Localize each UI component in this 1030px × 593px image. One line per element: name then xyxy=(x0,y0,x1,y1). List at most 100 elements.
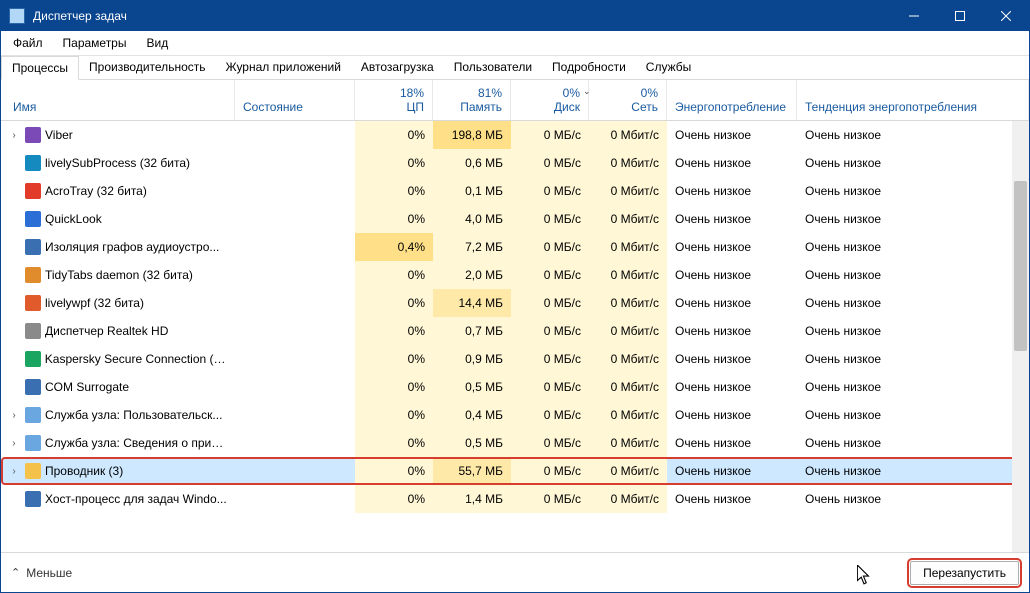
cell-state xyxy=(235,233,355,261)
fewer-details-button[interactable]: ⌃ Меньше xyxy=(11,566,72,580)
cell-state xyxy=(235,205,355,233)
process-row[interactable]: ›TidyTabs daemon (32 бита)0%2,0 МБ0 МБ/с… xyxy=(1,261,1029,289)
cell-trend: Очень низкое xyxy=(797,205,1029,233)
process-icon xyxy=(25,351,41,367)
process-name: livelySubProcess (32 бита) xyxy=(45,156,190,170)
process-row[interactable]: ›Хост-процесс для задач Windo...0%1,4 МБ… xyxy=(1,485,1029,513)
process-row[interactable]: ›Изоляция графов аудиоустро...0,4%7,2 МБ… xyxy=(1,233,1029,261)
menu-view[interactable]: Вид xyxy=(138,34,176,52)
process-icon xyxy=(25,435,41,451)
cell-memory: 7,2 МБ xyxy=(433,233,511,261)
cell-state xyxy=(235,121,355,149)
maximize-button[interactable] xyxy=(937,1,983,31)
tab-6[interactable]: Службы xyxy=(636,56,701,79)
cell-state xyxy=(235,373,355,401)
process-row[interactable]: ›Служба узла: Сведения о прил...0%0,5 МБ… xyxy=(1,429,1029,457)
cell-disk: 0 МБ/с xyxy=(511,429,589,457)
process-row[interactable]: ›livelySubProcess (32 бита)0%0,6 МБ0 МБ/… xyxy=(1,149,1029,177)
process-name: Viber xyxy=(45,128,73,142)
cell-state xyxy=(235,401,355,429)
app-icon xyxy=(9,8,25,24)
process-row[interactable]: ›Viber0%198,8 МБ0 МБ/с0 Мбит/сОчень низк… xyxy=(1,121,1029,149)
process-icon xyxy=(25,491,41,507)
process-name: COM Surrogate xyxy=(45,380,129,394)
cell-power: Очень низкое xyxy=(667,205,797,233)
cell-power: Очень низкое xyxy=(667,485,797,513)
sort-dropdown-icon[interactable]: ⌄ xyxy=(583,86,591,97)
cell-state xyxy=(235,429,355,457)
expand-chevron-icon[interactable]: › xyxy=(7,130,21,141)
process-icon xyxy=(25,211,41,227)
scrollbar[interactable] xyxy=(1012,121,1029,552)
cell-state xyxy=(235,177,355,205)
cell-memory: 0,7 МБ xyxy=(433,317,511,345)
tab-4[interactable]: Пользователи xyxy=(444,56,542,79)
cell-power: Очень низкое xyxy=(667,457,797,485)
cell-power: Очень низкое xyxy=(667,177,797,205)
cell-network: 0 Мбит/с xyxy=(589,233,667,261)
process-icon xyxy=(25,407,41,423)
cell-memory: 0,9 МБ xyxy=(433,345,511,373)
cell-cpu: 0% xyxy=(355,177,433,205)
col-header-power[interactable]: Энергопотребление xyxy=(667,80,797,120)
process-name: QuickLook xyxy=(45,212,102,226)
process-name: livelywpf (32 бита) xyxy=(45,296,144,310)
titlebar[interactable]: Диспетчер задач xyxy=(1,1,1029,31)
tab-5[interactable]: Подробности xyxy=(542,56,636,79)
process-row[interactable]: ›Служба узла: Пользовательск...0%0,4 МБ0… xyxy=(1,401,1029,429)
cell-trend: Очень низкое xyxy=(797,485,1029,513)
col-header-state[interactable]: Состояние xyxy=(235,80,355,120)
col-header-memory[interactable]: 81%Память xyxy=(433,80,511,120)
col-header-name[interactable]: Имя xyxy=(1,80,235,120)
process-row[interactable]: ›Диспетчер Realtek HD0%0,7 МБ0 МБ/с0 Мби… xyxy=(1,317,1029,345)
cell-disk: 0 МБ/с xyxy=(511,121,589,149)
cell-trend: Очень низкое xyxy=(797,345,1029,373)
tab-3[interactable]: Автозагрузка xyxy=(351,56,444,79)
task-manager-window: Диспетчер задач Файл Параметры Вид Проце… xyxy=(0,0,1030,593)
process-row[interactable]: ›Kaspersky Secure Connection (3...0%0,9 … xyxy=(1,345,1029,373)
expand-chevron-icon[interactable]: › xyxy=(7,410,21,421)
expand-chevron-icon[interactable]: › xyxy=(7,438,21,449)
cell-disk: 0 МБ/с xyxy=(511,401,589,429)
cell-memory: 0,5 МБ xyxy=(433,429,511,457)
col-header-network[interactable]: 0%Сеть xyxy=(589,80,667,120)
col-header-cpu[interactable]: 18%ЦП xyxy=(355,80,433,120)
process-row[interactable]: ›QuickLook0%4,0 МБ0 МБ/с0 Мбит/сОчень ни… xyxy=(1,205,1029,233)
statusbar: ⌃ Меньше Перезапустить xyxy=(1,552,1029,592)
tab-2[interactable]: Журнал приложений xyxy=(216,56,351,79)
scroll-thumb[interactable] xyxy=(1014,181,1027,351)
cell-network: 0 Мбит/с xyxy=(589,401,667,429)
cell-memory: 0,4 МБ xyxy=(433,401,511,429)
process-name: Служба узла: Пользовательск... xyxy=(45,408,222,422)
expand-chevron-icon[interactable]: › xyxy=(7,466,21,477)
cell-disk: 0 МБ/с xyxy=(511,205,589,233)
menu-file[interactable]: Файл xyxy=(5,34,51,52)
cell-trend: Очень низкое xyxy=(797,317,1029,345)
cell-memory: 0,1 МБ xyxy=(433,177,511,205)
col-header-trend[interactable]: Тенденция энергопотребления xyxy=(797,80,1029,120)
col-header-disk[interactable]: 0%Диск xyxy=(511,80,589,120)
cell-disk: 0 МБ/с xyxy=(511,261,589,289)
cell-power: Очень низкое xyxy=(667,149,797,177)
tab-0[interactable]: Процессы xyxy=(1,56,79,80)
restart-button[interactable]: Перезапустить xyxy=(910,561,1019,585)
process-row[interactable]: ›Проводник (3)0%55,7 МБ0 МБ/с0 Мбит/сОче… xyxy=(1,457,1029,485)
minimize-button[interactable] xyxy=(891,1,937,31)
cell-disk: 0 МБ/с xyxy=(511,457,589,485)
cell-trend: Очень низкое xyxy=(797,289,1029,317)
tab-1[interactable]: Производительность xyxy=(79,56,215,79)
cell-state xyxy=(235,485,355,513)
process-row[interactable]: ›livelywpf (32 бита)0%14,4 МБ0 МБ/с0 Мби… xyxy=(1,289,1029,317)
cell-network: 0 Мбит/с xyxy=(589,121,667,149)
cell-disk: 0 МБ/с xyxy=(511,177,589,205)
process-row[interactable]: ›AcroTray (32 бита)0%0,1 МБ0 МБ/с0 Мбит/… xyxy=(1,177,1029,205)
process-row[interactable]: ›COM Surrogate0%0,5 МБ0 МБ/с0 Мбит/сОчен… xyxy=(1,373,1029,401)
cell-trend: Очень низкое xyxy=(797,401,1029,429)
cell-state xyxy=(235,261,355,289)
cell-state xyxy=(235,149,355,177)
close-button[interactable] xyxy=(983,1,1029,31)
cell-disk: 0 МБ/с xyxy=(511,485,589,513)
menu-options[interactable]: Параметры xyxy=(55,34,135,52)
process-list: ›Viber0%198,8 МБ0 МБ/с0 Мбит/сОчень низк… xyxy=(1,121,1029,552)
cell-state xyxy=(235,317,355,345)
